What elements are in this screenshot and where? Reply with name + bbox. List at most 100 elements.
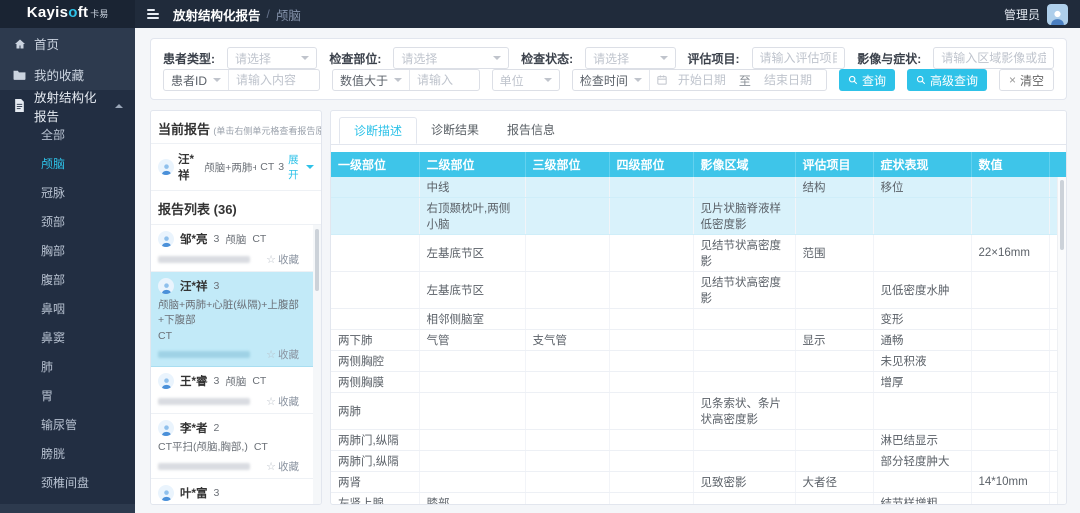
- cell-level3[interactable]: [525, 198, 609, 235]
- cell-level4[interactable]: [609, 272, 693, 309]
- date-end-input[interactable]: [757, 70, 819, 90]
- cell-level4[interactable]: [609, 330, 693, 351]
- list-item[interactable]: 叶*富 3 颅脑+两肺+心脏(纵隔)+上腹部+下腹部 CT ☆ 收藏: [151, 479, 313, 504]
- cell-image-region[interactable]: [693, 309, 795, 330]
- table-scrollbar-thumb[interactable]: [1060, 180, 1064, 250]
- cell-level3[interactable]: [525, 351, 609, 372]
- cell-level3[interactable]: [525, 451, 609, 472]
- cell-level1[interactable]: [331, 177, 419, 198]
- cell-eval-item[interactable]: [795, 198, 873, 235]
- cell-value[interactable]: 14*10mm: [971, 472, 1049, 493]
- cell-level1[interactable]: 两侧胸膜: [331, 372, 419, 393]
- cell-level2[interactable]: 左基底节区: [419, 235, 525, 272]
- cell-level3[interactable]: [525, 272, 609, 309]
- cell-value[interactable]: [971, 272, 1049, 309]
- cell-value[interactable]: [971, 309, 1049, 330]
- cell-level1[interactable]: [331, 235, 419, 272]
- advanced-search-button[interactable]: 高级查询: [907, 69, 987, 91]
- cell-image-region[interactable]: [693, 351, 795, 372]
- cell-image-region[interactable]: 见致密影: [693, 472, 795, 493]
- cell-level1[interactable]: 两肺门,纵隔: [331, 430, 419, 451]
- user-area[interactable]: 管理员: [1004, 4, 1068, 25]
- favorite-button[interactable]: ☆ 收藏: [266, 252, 299, 267]
- cell-eval-item[interactable]: [795, 393, 873, 430]
- cell-level2[interactable]: [419, 351, 525, 372]
- cell-image-region[interactable]: [693, 493, 795, 506]
- cell-level2[interactable]: 相邻侧脑室: [419, 309, 525, 330]
- cell-value[interactable]: [971, 393, 1049, 430]
- cell-image-region[interactable]: 见结节状高密度影: [693, 235, 795, 272]
- tab[interactable]: 诊断描述: [339, 117, 417, 144]
- cell-eval-item[interactable]: 大者径: [795, 472, 873, 493]
- list-item[interactable]: 李*者 2 CT平扫(颅脑,胸部,) CT ☆ 收藏: [151, 414, 313, 479]
- sidebar-subitem[interactable]: 鼻咽: [0, 295, 135, 324]
- cell-level1[interactable]: 两下肺: [331, 330, 419, 351]
- cell-image-region[interactable]: [693, 177, 795, 198]
- cell-value[interactable]: [971, 198, 1049, 235]
- cell-symptom[interactable]: [873, 235, 971, 272]
- sidebar-subitem[interactable]: 肺: [0, 353, 135, 382]
- cell-value[interactable]: [971, 351, 1049, 372]
- sidebar-item-structured-report[interactable]: 放射结构化报告: [0, 90, 135, 121]
- favorite-button[interactable]: ☆ 收藏: [266, 459, 299, 474]
- cell-level2[interactable]: [419, 451, 525, 472]
- cell-level2[interactable]: 左基底节区: [419, 272, 525, 309]
- sidebar-subitem[interactable]: 胸部: [0, 237, 135, 266]
- patient-id-select[interactable]: 患者ID: [164, 70, 228, 90]
- sidebar-subitem[interactable]: 胃: [0, 382, 135, 411]
- cell-level1[interactable]: 两侧胸腔: [331, 351, 419, 372]
- cell-level2[interactable]: 气管: [419, 330, 525, 351]
- value-input[interactable]: [410, 70, 479, 90]
- cell-eval-item[interactable]: 结构: [795, 177, 873, 198]
- cell-level4[interactable]: [609, 372, 693, 393]
- cell-symptom[interactable]: 变形: [873, 309, 971, 330]
- favorite-button[interactable]: ☆ 收藏: [266, 347, 299, 362]
- sidebar-subitem[interactable]: 冠脉: [0, 179, 135, 208]
- cell-level2[interactable]: [419, 393, 525, 430]
- list-item[interactable]: 邹*亮 3 颅脑 CT ☆ 收藏: [151, 225, 313, 272]
- cell-level4[interactable]: [609, 430, 693, 451]
- patient-type-select[interactable]: 请选择: [227, 47, 317, 69]
- cell-level2[interactable]: [419, 430, 525, 451]
- cell-level3[interactable]: [525, 372, 609, 393]
- cell-value[interactable]: [971, 330, 1049, 351]
- clear-button[interactable]: × 清空: [999, 69, 1054, 91]
- cell-image-region[interactable]: 见条索状、条片状高密度影: [693, 393, 795, 430]
- sidebar-subitem[interactable]: 全部: [0, 121, 135, 150]
- cell-eval-item[interactable]: [795, 430, 873, 451]
- expand-link[interactable]: 展开: [288, 152, 314, 182]
- cell-symptom[interactable]: [873, 472, 971, 493]
- cell-level4[interactable]: [609, 393, 693, 430]
- cell-image-region[interactable]: [693, 330, 795, 351]
- sidebar-subitem[interactable]: 颈椎间盘: [0, 469, 135, 498]
- image-symptom-input[interactable]: [934, 48, 1053, 68]
- cell-image-region[interactable]: 见片状脑脊液样低密度影: [693, 198, 795, 235]
- list-scrollbar[interactable]: [313, 225, 321, 504]
- cell-level4[interactable]: [609, 451, 693, 472]
- cell-image-region[interactable]: 见结节状高密度影: [693, 272, 795, 309]
- cell-level4[interactable]: [609, 177, 693, 198]
- cell-level2[interactable]: 膝部: [419, 493, 525, 506]
- cell-level3[interactable]: [525, 430, 609, 451]
- cell-level1[interactable]: [331, 198, 419, 235]
- cell-level2[interactable]: 中线: [419, 177, 525, 198]
- cell-value[interactable]: [971, 372, 1049, 393]
- tab[interactable]: 报告信息: [493, 117, 569, 144]
- cell-symptom[interactable]: 部分轻度肿大: [873, 451, 971, 472]
- cell-symptom[interactable]: [873, 198, 971, 235]
- cell-level2[interactable]: [419, 472, 525, 493]
- list-item[interactable]: 汪*祥 3 颅脑+两肺+心脏(纵隔)+上腹部+下腹部 CT ☆ 收藏: [151, 272, 313, 367]
- date-start-input[interactable]: [671, 70, 733, 90]
- cell-level3[interactable]: [525, 472, 609, 493]
- cell-value[interactable]: [971, 451, 1049, 472]
- cell-level4[interactable]: [609, 472, 693, 493]
- cell-eval-item[interactable]: [795, 493, 873, 506]
- list-item[interactable]: 王*睿 3 颅脑 CT ☆ 收藏: [151, 367, 313, 414]
- cell-image-region[interactable]: [693, 430, 795, 451]
- sidebar-subitem[interactable]: 颈部: [0, 208, 135, 237]
- cell-image-region[interactable]: [693, 451, 795, 472]
- cell-level2[interactable]: 右顶颞枕叶,两侧小脑: [419, 198, 525, 235]
- cell-level3[interactable]: [525, 493, 609, 506]
- sidebar-subitem[interactable]: 颅脑: [0, 150, 135, 179]
- tab[interactable]: 诊断结果: [417, 117, 493, 144]
